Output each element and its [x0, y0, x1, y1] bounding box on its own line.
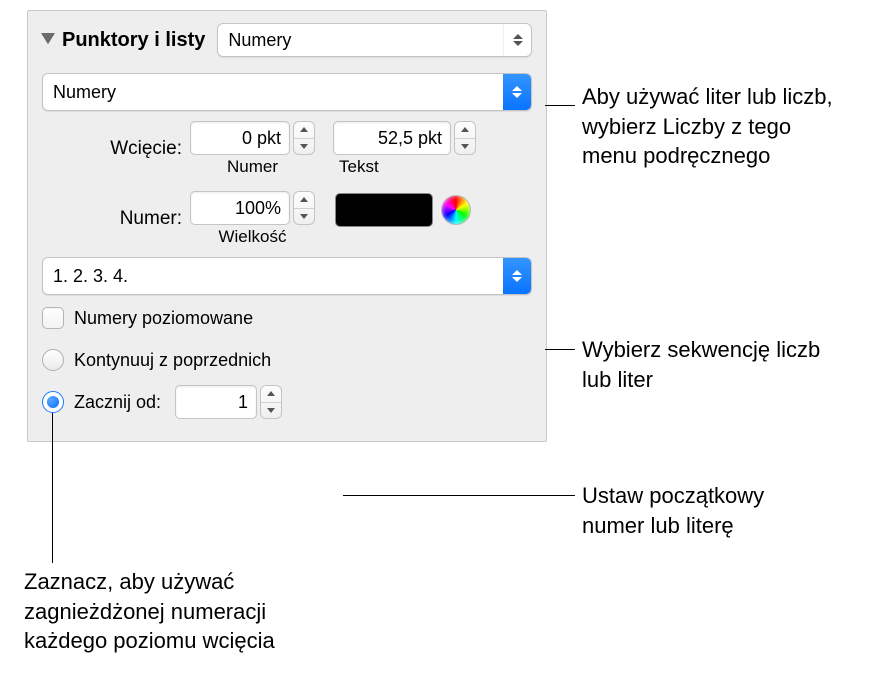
number-style-popup[interactable]: Numery	[42, 73, 532, 111]
callout-leader	[343, 495, 575, 496]
sequence-value: 1. 2. 3. 4.	[43, 266, 503, 287]
list-type-popup[interactable]: Numery	[217, 23, 532, 57]
callout-leader	[545, 105, 575, 106]
continue-label: Kontynuuj z poprzednich	[74, 350, 271, 371]
stepper-up-icon[interactable]	[455, 122, 475, 139]
tiered-numbers-label: Numery poziomowane	[74, 308, 253, 329]
indent-number-caption: Numer	[190, 157, 315, 177]
callout-sequence: Wybierz sekwencję liczb lub liter	[582, 335, 842, 394]
size-row: Numer: 100% Wielkość	[28, 187, 546, 251]
color-wheel-icon[interactable]	[441, 195, 471, 225]
start-from-stepper[interactable]	[260, 385, 282, 419]
indent-number-stepper[interactable]	[293, 121, 315, 155]
tiered-numbers-checkbox[interactable]	[42, 307, 64, 329]
disclosure-triangle-icon[interactable]	[38, 30, 58, 50]
number-style-value: Numery	[43, 82, 503, 103]
size-stepper[interactable]	[293, 191, 315, 225]
indent-number-input[interactable]: 0 pkt	[190, 121, 290, 155]
size-input[interactable]: 100%	[190, 191, 290, 225]
popup-arrows-icon	[503, 24, 531, 56]
stepper-up-icon[interactable]	[294, 192, 314, 209]
indent-label: Wcięcie:	[42, 138, 190, 160]
indent-row: Wcięcie: 0 pkt Numer 52,5 pkt	[28, 117, 546, 181]
size-group: 100% Wielkość	[190, 191, 315, 247]
indent-text-group: 52,5 pkt Tekst	[333, 121, 476, 177]
callout-start-from: Ustaw początkowy numer lub literę	[582, 481, 792, 540]
section-header: Punktory i listy Numery	[28, 11, 546, 67]
start-from-label: Zacznij od:	[74, 392, 161, 413]
indent-number-group: 0 pkt Numer	[190, 121, 315, 177]
indent-text-stepper[interactable]	[454, 121, 476, 155]
bullets-lists-panel: Punktory i listy Numery Numery Wcięcie: …	[27, 10, 547, 442]
size-caption: Wielkość	[190, 227, 315, 247]
callout-leader	[52, 413, 53, 563]
start-from-input[interactable]: 1	[175, 385, 257, 419]
list-type-value: Numery	[218, 30, 503, 51]
color-swatch[interactable]	[335, 193, 433, 227]
stepper-up-icon[interactable]	[261, 386, 281, 403]
continue-radio[interactable]	[42, 349, 64, 371]
callout-style-popup: Aby używać liter lub liczb, wybierz Licz…	[582, 82, 842, 171]
callout-tiered: Zaznacz, aby używać zagnieżdżonej numera…	[24, 567, 324, 656]
stepper-down-icon[interactable]	[294, 209, 314, 225]
stepper-down-icon[interactable]	[455, 139, 475, 155]
size-label: Numer:	[42, 208, 190, 230]
stepper-up-icon[interactable]	[294, 122, 314, 139]
start-from-radio[interactable]	[42, 391, 64, 413]
sequence-popup[interactable]: 1. 2. 3. 4.	[42, 257, 532, 295]
continue-row: Kontynuuj z poprzednich	[28, 345, 546, 375]
stepper-down-icon[interactable]	[294, 139, 314, 155]
tiered-numbers-row: Numery poziomowane	[28, 303, 546, 333]
popup-arrows-icon	[503, 74, 531, 110]
indent-text-input[interactable]: 52,5 pkt	[333, 121, 451, 155]
section-title: Punktory i listy	[62, 29, 205, 52]
callout-leader	[545, 349, 575, 350]
popup-arrows-icon	[503, 258, 531, 294]
stepper-down-icon[interactable]	[261, 403, 281, 419]
indent-text-caption: Tekst	[333, 157, 476, 177]
start-from-row: Zacznij od: 1	[28, 381, 546, 423]
